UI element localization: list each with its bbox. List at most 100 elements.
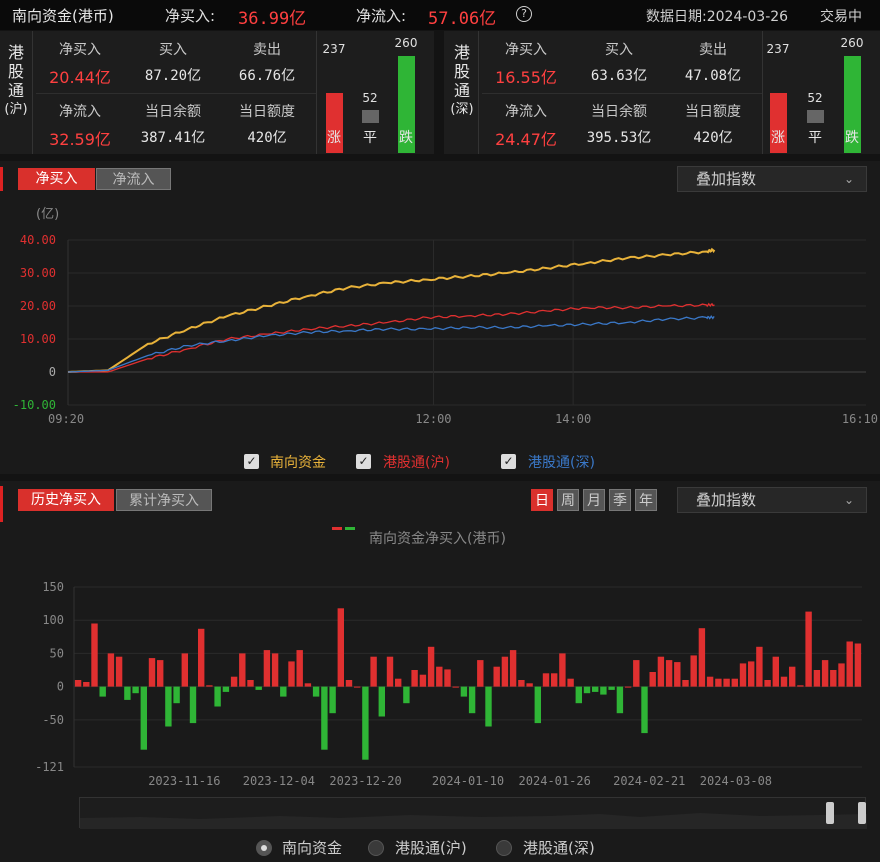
history-bar[interactable] [739, 663, 747, 687]
history-bar[interactable] [91, 623, 98, 687]
history-bar[interactable] [493, 666, 500, 687]
history-bar[interactable] [247, 680, 254, 687]
history-bar[interactable] [345, 680, 353, 687]
checkbox-sh[interactable]: ✓ [356, 454, 371, 469]
history-bar[interactable] [592, 686, 599, 692]
overlay-index-dropdown[interactable]: 叠加指数 ⌄ [677, 166, 867, 192]
history-bar[interactable] [846, 641, 853, 687]
history-bar[interactable] [542, 673, 550, 687]
history-bar[interactable] [468, 686, 476, 714]
history-bar[interactable] [780, 676, 788, 687]
history-bar[interactable] [821, 660, 829, 687]
history-bar[interactable] [534, 686, 541, 724]
history-bar[interactable] [518, 680, 525, 687]
history-bar[interactable] [189, 686, 197, 724]
radio-south[interactable] [256, 840, 272, 856]
history-bar[interactable] [411, 670, 418, 687]
history-bar[interactable] [296, 650, 303, 687]
radio-sh[interactable] [368, 840, 384, 856]
history-bar[interactable] [271, 653, 279, 687]
history-bar[interactable] [230, 676, 238, 687]
history-bar[interactable] [206, 685, 213, 687]
history-bar[interactable] [329, 686, 336, 714]
history-bar[interactable] [452, 686, 459, 688]
history-overlay-dropdown[interactable]: 叠加指数 ⌄ [677, 487, 867, 513]
history-bar[interactable] [370, 656, 377, 687]
history-bar[interactable] [723, 678, 730, 687]
history-bar[interactable] [665, 660, 673, 687]
history-bar[interactable] [255, 686, 262, 690]
checkbox-south[interactable]: ✓ [244, 454, 259, 469]
history-bar[interactable] [436, 666, 443, 687]
history-bar[interactable] [403, 686, 410, 704]
history-bar[interactable] [74, 680, 82, 687]
history-bar[interactable] [304, 683, 312, 687]
history-bar[interactable] [706, 676, 714, 687]
history-bar[interactable] [321, 686, 328, 750]
scroller-right-handle[interactable] [858, 802, 866, 824]
history-bar[interactable] [124, 686, 131, 700]
history-bar[interactable] [608, 686, 615, 690]
history-bar[interactable] [288, 661, 295, 687]
history-bar[interactable] [748, 661, 755, 687]
history-bar[interactable] [756, 646, 763, 687]
history-bar[interactable] [583, 686, 591, 694]
history-bar[interactable] [526, 683, 533, 687]
history-bar[interactable] [616, 686, 624, 714]
history-bar[interactable] [789, 666, 796, 687]
history-bar[interactable] [624, 686, 632, 688]
history-bar[interactable] [148, 658, 156, 687]
history-bar[interactable] [649, 672, 656, 687]
history-bar[interactable] [173, 686, 180, 704]
history-bar[interactable] [222, 686, 230, 692]
history-bar[interactable] [395, 678, 402, 687]
history-bar[interactable] [674, 662, 681, 687]
history-bar[interactable] [838, 663, 845, 687]
radio-sz[interactable] [496, 840, 512, 856]
history-bar[interactable] [140, 686, 147, 750]
history-bar[interactable] [575, 686, 582, 704]
history-bar[interactable] [362, 686, 369, 760]
history-bar[interactable] [690, 655, 697, 687]
history-bar[interactable] [444, 669, 451, 687]
history-bar[interactable] [157, 660, 164, 687]
history-bar[interactable] [657, 656, 665, 687]
history-bar[interactable] [312, 686, 320, 697]
history-bar[interactable] [764, 680, 771, 687]
history-bar[interactable] [772, 656, 779, 687]
history-bar[interactable] [485, 686, 492, 727]
history-bar[interactable] [551, 673, 558, 687]
tab-cumulative-net-buy[interactable]: 累计净买入 [116, 489, 212, 511]
period-month[interactable]: 月 [583, 489, 605, 511]
history-bar[interactable] [501, 656, 509, 687]
history-bar[interactable] [731, 678, 738, 687]
history-bar[interactable] [214, 686, 221, 707]
history-bar[interactable] [633, 660, 640, 687]
range-scroller[interactable] [79, 797, 867, 829]
history-bar[interactable] [477, 660, 484, 687]
history-bar[interactable] [854, 643, 862, 687]
history-bar[interactable] [386, 656, 394, 687]
history-bar[interactable] [165, 686, 172, 727]
history-bar[interactable] [600, 686, 607, 695]
history-bar[interactable] [682, 680, 689, 687]
history-bar[interactable] [797, 685, 804, 687]
history-bar[interactable] [698, 628, 706, 687]
history-bar[interactable] [419, 674, 427, 687]
tab-history-net-buy[interactable]: 历史净买入 [18, 489, 114, 511]
checkbox-sz[interactable]: ✓ [501, 454, 516, 469]
scroller-left-handle[interactable] [826, 802, 834, 824]
history-bar[interactable] [132, 686, 139, 694]
history-bar[interactable] [559, 653, 566, 687]
tab-net-buy[interactable]: 净买入 [18, 168, 95, 190]
history-bar[interactable] [99, 686, 106, 697]
history-bar[interactable] [181, 653, 188, 687]
period-day[interactable]: 日 [531, 489, 553, 511]
history-bar[interactable] [337, 608, 344, 687]
history-bar[interactable] [115, 656, 123, 687]
history-bar[interactable] [263, 650, 271, 687]
period-quarter[interactable]: 季 [609, 489, 631, 511]
history-bar[interactable] [198, 628, 205, 687]
history-bar[interactable] [107, 653, 115, 687]
history-bar[interactable] [567, 678, 574, 687]
